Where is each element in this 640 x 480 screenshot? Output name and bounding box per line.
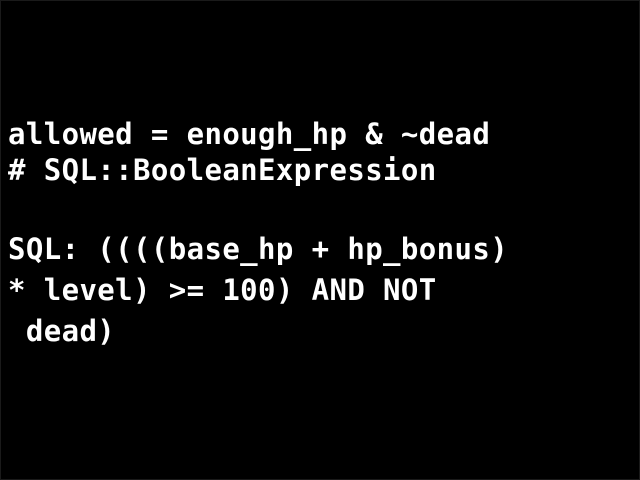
- code-line-sql-end: dead): [8, 314, 116, 348]
- code-line-assignment: allowed = enough_hp & ~dead: [8, 117, 491, 151]
- code-line-type-comment: # SQL::BooleanExpression: [8, 153, 437, 187]
- terminal-screen: allowed = enough_hp & ~dead # SQL::Boole…: [0, 0, 640, 480]
- code-line-sql-middle: * level) >= 100) AND NOT: [8, 273, 437, 307]
- code-line-sql-start: SQL: ((((base_hp + hp_bonus): [8, 232, 509, 266]
